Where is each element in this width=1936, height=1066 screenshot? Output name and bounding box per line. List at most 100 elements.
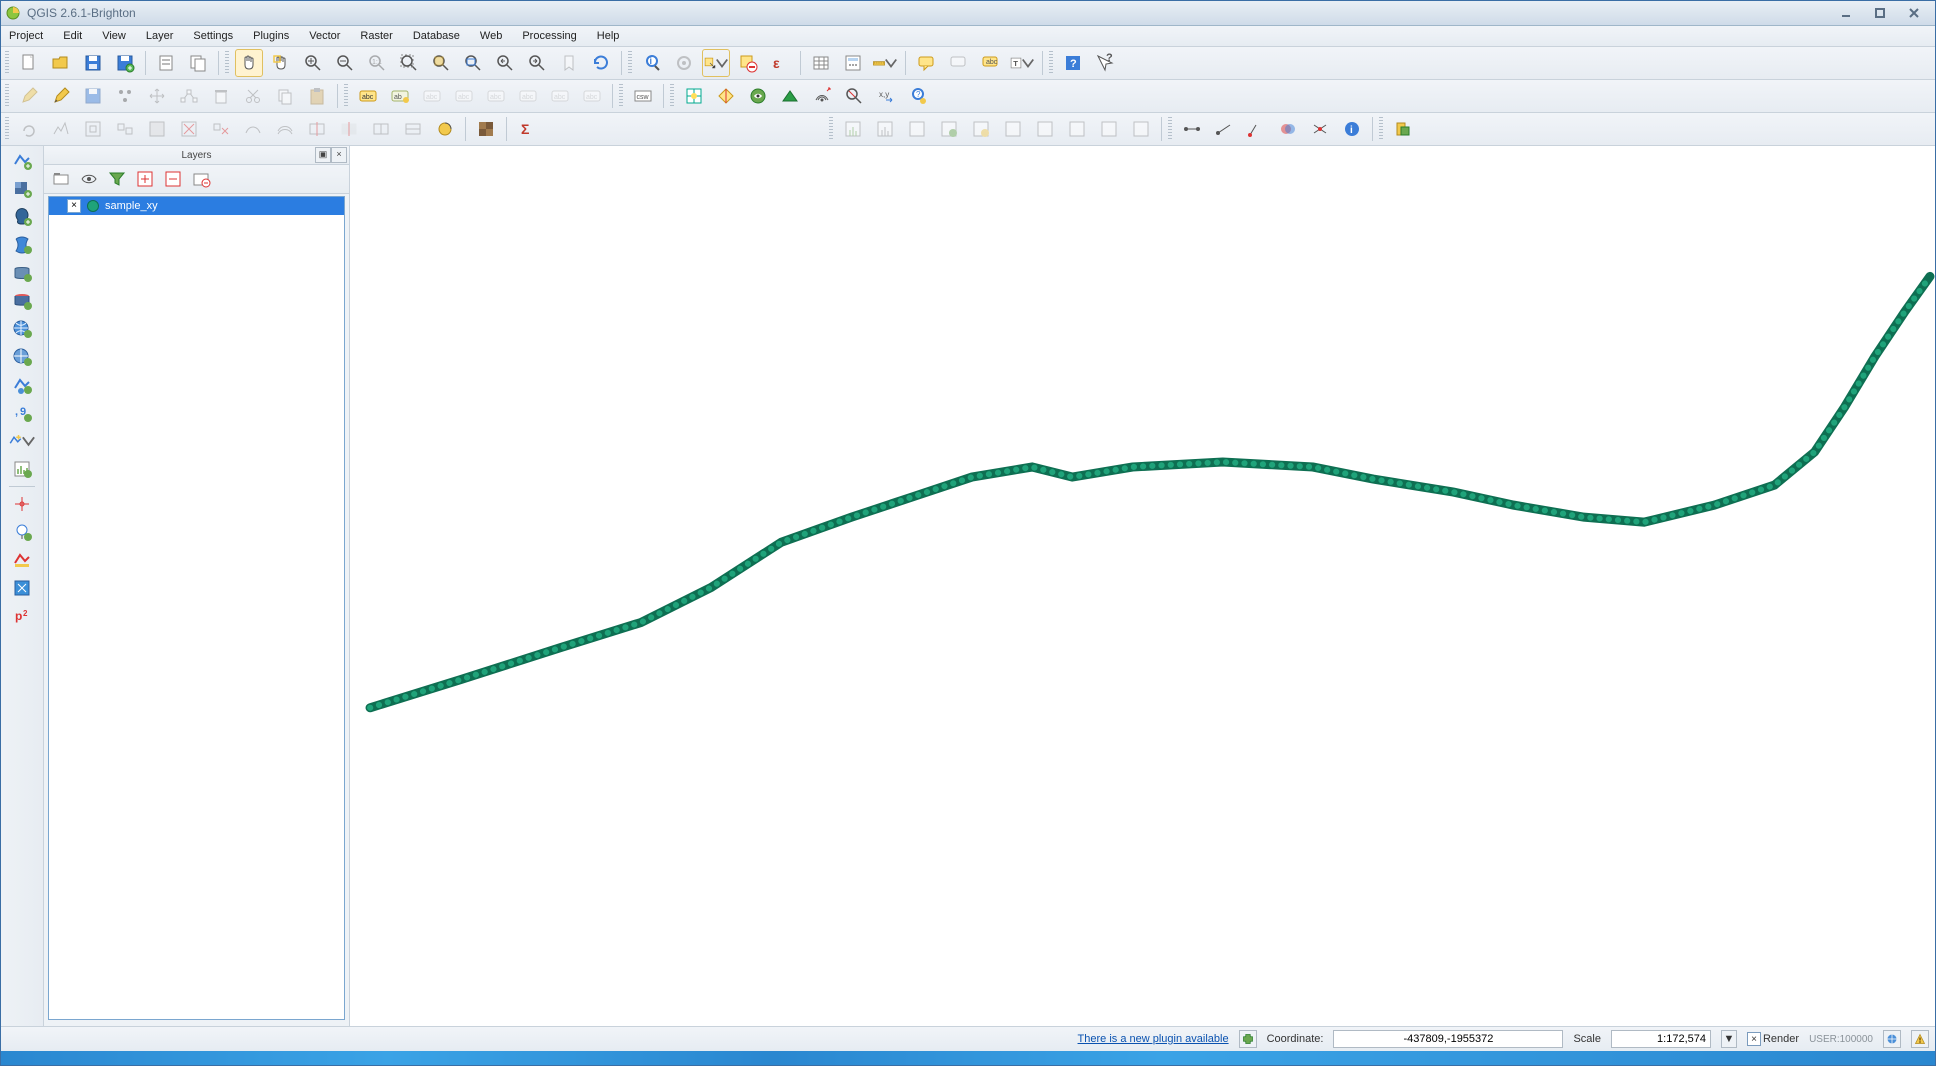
gps-tools-button[interactable] [808,82,836,110]
add-feature-button[interactable] [111,82,139,110]
toolbar-grip[interactable] [5,84,9,108]
add-wcs-layer-button[interactable] [7,344,37,370]
toolbar-grip[interactable] [628,51,632,75]
oracle-georaster-button[interactable] [7,547,37,573]
pin-label-button[interactable]: abc [450,82,478,110]
dxf2shp-button[interactable] [712,82,740,110]
offset-curve-button[interactable] [271,115,299,143]
xy-tool-button[interactable]: x,y [872,82,900,110]
toolbar-grip[interactable] [344,84,348,108]
remove-layer-button[interactable] [190,168,212,190]
add-part-button[interactable] [111,115,139,143]
move-label-button[interactable]: abc [514,82,542,110]
grass-open-mapset-button[interactable] [871,115,899,143]
add-spatialite-layer-button[interactable] [7,232,37,258]
topo-dangle-button[interactable] [1242,115,1270,143]
rotate-label-button[interactable]: abc [546,82,574,110]
merge-selected-button[interactable] [367,115,395,143]
toolbar-grip[interactable] [829,117,833,141]
zoom-to-layer-button[interactable] [459,49,487,77]
delete-part-button[interactable] [207,115,235,143]
zoom-last-button[interactable] [491,49,519,77]
select-by-expression-button[interactable]: ε [766,49,794,77]
map-tips-button[interactable] [912,49,940,77]
menu-project[interactable]: Project [5,28,47,44]
new-project-button[interactable] [15,49,43,77]
add-group-button[interactable] [50,168,72,190]
split-parts-button[interactable] [335,115,363,143]
grass-add-raster-button[interactable] [967,115,995,143]
render-checkbox[interactable]: × [1747,1032,1761,1046]
highlight-label-button[interactable]: abc [418,82,446,110]
coordinate-input[interactable] [1333,1030,1563,1048]
grass-edit-button[interactable] [1063,115,1091,143]
menu-view[interactable]: View [98,28,130,44]
menu-layer[interactable]: Layer [142,28,178,44]
add-ring-button[interactable] [79,115,107,143]
whats-this-button[interactable]: ? [1091,49,1119,77]
layers-panel-close-button[interactable]: × [331,147,347,163]
toolbar-grip[interactable] [5,117,9,141]
save-edits-button[interactable] [79,82,107,110]
refresh-button[interactable] [587,49,615,77]
plugin-manager-icon[interactable] [1239,1030,1257,1048]
scale-dropdown-button[interactable]: ▼ [1721,1030,1737,1048]
show-hide-label-button[interactable]: abc [482,82,510,110]
layers-list[interactable]: × sample_xy [48,196,345,1020]
toolbar-grip[interactable] [225,51,229,75]
topo-overlap-button[interactable] [1274,115,1302,143]
open-project-button[interactable] [47,49,75,77]
toolbar-grip[interactable] [1049,51,1053,75]
toggle-editing-button[interactable] [47,82,75,110]
toolbar-grip[interactable] [670,84,674,108]
copy-features-button[interactable] [271,82,299,110]
deselect-all-button[interactable] [734,49,762,77]
grass-new-mapset-button[interactable] [839,115,867,143]
gps-input-button[interactable] [7,491,37,517]
toolbar-grip[interactable] [5,51,9,75]
topo-info-button[interactable]: i [1338,115,1366,143]
sql-anywhere-button[interactable] [7,575,37,601]
menu-web[interactable]: Web [476,28,506,44]
add-grass-layer-button[interactable] [7,456,37,482]
live-gps-button[interactable] [7,519,37,545]
split-features-button[interactable] [303,115,331,143]
menu-raster[interactable]: Raster [356,28,396,44]
add-mssql-layer-button[interactable] [7,260,37,286]
current-edits-button[interactable] [15,82,43,110]
fill-ring-button[interactable] [143,115,171,143]
abc-label-button[interactable]: abc [354,82,382,110]
layer-row-sample-xy[interactable]: × sample_xy [49,197,344,215]
menu-settings[interactable]: Settings [189,28,237,44]
grass-close-mapset-button[interactable] [903,115,931,143]
move-feature-button[interactable] [143,82,171,110]
zoom-next-button[interactable] [523,49,551,77]
grass-settings-button[interactable] [1127,115,1155,143]
menu-vector[interactable]: Vector [305,28,344,44]
add-oracle-layer-button[interactable] [7,288,37,314]
menu-edit[interactable]: Edit [59,28,86,44]
change-label-props-button[interactable]: abc [578,82,606,110]
topo-node-button[interactable] [1178,115,1206,143]
menu-plugins[interactable]: Plugins [249,28,293,44]
zoom-native-button[interactable]: 1:1 [363,49,391,77]
add-postgis-layer-button[interactable] [7,204,37,230]
zoom-to-selection-button[interactable] [427,49,455,77]
reshape-button[interactable] [239,115,267,143]
delete-ring-button[interactable] [175,115,203,143]
expand-all-button[interactable] [134,168,156,190]
layers-panel-undock-button[interactable]: ▣ [315,147,331,163]
field-calculator-button[interactable] [839,49,867,77]
toolbar-grip[interactable] [619,84,623,108]
add-wms-layer-button[interactable] [7,316,37,342]
grass-region-button[interactable] [1031,115,1059,143]
inject-expression-button[interactable] [944,49,972,77]
minimize-button[interactable] [1829,4,1863,22]
layer-visibility-checkbox[interactable]: × [67,199,81,213]
add-raster-layer-button[interactable] [7,176,37,202]
manage-visibility-button[interactable] [78,168,100,190]
add-wfs-layer-button[interactable] [7,372,37,398]
add-delimited-text-button[interactable]: ,9 [7,400,37,426]
osm-import-button[interactable] [1389,115,1417,143]
scale-input[interactable] [1611,1030,1711,1048]
